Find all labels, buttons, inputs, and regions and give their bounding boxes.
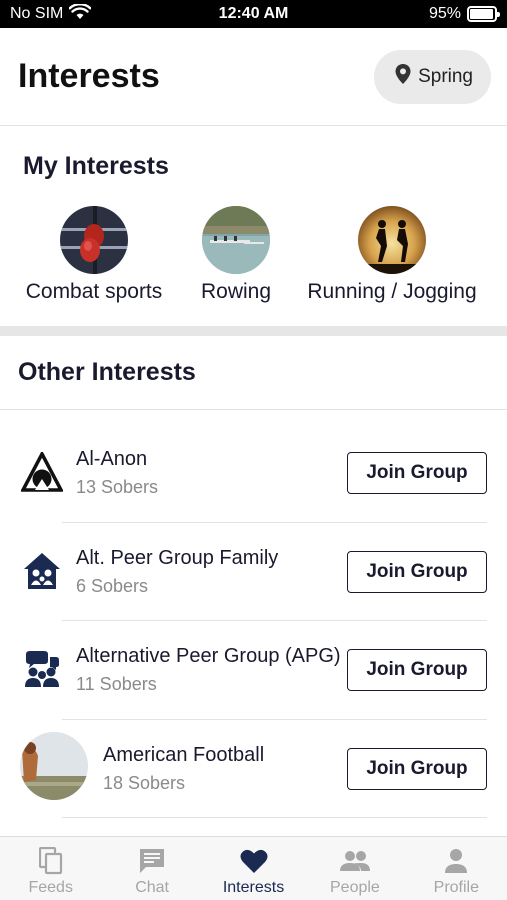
tab-profile[interactable]: Profile — [406, 837, 507, 900]
other-interests-header: Other Interests — [0, 336, 507, 410]
group-row-alternative-peer-group-apg[interactable]: Alternative Peer Group (APG) 11 Sobers J… — [0, 621, 507, 720]
group-count: 6 Sobers — [76, 575, 149, 596]
tab-label: Profile — [433, 879, 479, 896]
location-pin-icon — [394, 63, 412, 91]
join-group-button[interactable]: Join Group — [347, 649, 487, 691]
join-group-button[interactable]: Join Group — [347, 747, 487, 790]
battery-percent: 95% — [428, 5, 461, 22]
chat-icon — [137, 846, 167, 876]
location-label: Spring — [418, 65, 473, 87]
tab-people[interactable]: People — [304, 837, 405, 900]
football-photo — [20, 731, 88, 800]
tab-label: Chat — [135, 879, 169, 896]
tab-label: People — [330, 879, 380, 896]
my-interests-section: My Interests Combat sports Rowing Runnin… — [0, 126, 507, 326]
group-row-al-anon[interactable]: Al-Anon 13 Sobers Join Group — [0, 424, 507, 523]
interest-chip-combat-sports[interactable]: Combat sports — [21, 206, 167, 304]
page-title: Interests — [18, 57, 160, 95]
tab-label: Interests — [222, 879, 285, 896]
tab-bar: Feeds Chat Interests People Profile — [0, 836, 507, 900]
rowing-photo — [202, 206, 270, 274]
tab-chat[interactable]: Chat — [101, 837, 202, 900]
other-interests-title: Other Interests — [18, 358, 196, 386]
interest-label: Combat sports — [25, 280, 163, 303]
page-header: Interests Spring — [0, 28, 507, 126]
carrier-label: No SIM — [10, 5, 64, 22]
group-name: Alternative Peer Group (APG) — [76, 645, 341, 667]
location-button[interactable]: Spring — [374, 49, 491, 104]
family-house-icon — [20, 549, 64, 593]
section-divider — [0, 326, 507, 336]
interest-chip-rowing[interactable]: Rowing — [196, 206, 276, 304]
my-interests-title: My Interests — [23, 152, 169, 180]
interest-label: Running / Jogging — [307, 280, 477, 303]
runners-silhouette-photo — [358, 206, 426, 274]
group-list: Al-Anon 13 Sobers Join Group Alt. Peer G… — [0, 424, 507, 818]
join-group-button[interactable]: Join Group — [347, 452, 487, 494]
battery-icon — [467, 6, 500, 22]
status-bar: No SIM 12:40 AM 95% — [0, 0, 507, 28]
al-anon-triangle-icon — [20, 450, 64, 494]
peer-group-icon — [20, 647, 64, 691]
group-name: American Football — [103, 743, 265, 766]
row-divider — [62, 817, 487, 818]
tab-feeds[interactable]: Feeds — [0, 837, 101, 900]
boxing-gloves-photo — [60, 206, 128, 274]
group-count: 11 Sobers — [76, 674, 157, 694]
group-count: 18 Sobers — [103, 772, 186, 793]
profile-icon — [441, 846, 471, 876]
tab-interests[interactable]: Interests — [203, 837, 304, 900]
wifi-icon — [68, 2, 92, 25]
interest-label: Rowing — [200, 280, 272, 303]
heart-icon — [239, 846, 269, 876]
group-name: Al-Anon — [76, 448, 148, 470]
join-group-button[interactable]: Join Group — [347, 550, 487, 593]
feeds-icon — [36, 846, 66, 876]
group-row-american-football[interactable]: American Football 18 Sobers Join Group — [0, 720, 507, 818]
tab-label: Feeds — [28, 879, 73, 896]
group-count: 13 Sobers — [76, 477, 159, 497]
people-icon — [339, 846, 370, 876]
group-name: Alt. Peer Group Family — [76, 546, 279, 569]
group-row-alt-peer-group-family[interactable]: Alt. Peer Group Family 6 Sobers Join Gro… — [0, 523, 507, 621]
interest-chip-running-jogging[interactable]: Running / Jogging — [303, 206, 481, 304]
